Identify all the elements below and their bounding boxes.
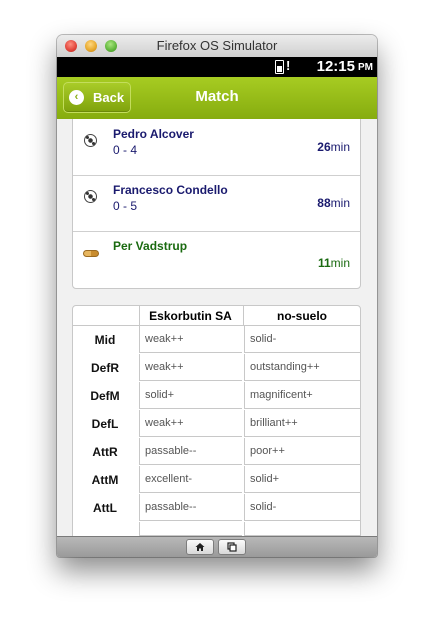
event-row: Francesco Condello 0 - 5 88min — [73, 176, 360, 232]
header-divider — [139, 306, 140, 326]
table-header: Eskorbutin SA no-suelo — [73, 306, 360, 326]
home-rating: solid+ — [139, 382, 242, 409]
table-row: AttL passable-- solid- — [73, 494, 360, 522]
event-minute: 26min — [317, 140, 350, 154]
away-rating: outstanding++ — [244, 354, 360, 381]
app-header: ‹ Back Match — [57, 77, 377, 119]
event-score: 0 - 5 — [113, 199, 138, 213]
away-rating: solid+ — [244, 466, 360, 493]
simulator-window: Firefox OS Simulator ! 12:15 PM ‹ Back M… — [57, 35, 377, 557]
row-label: AttM — [91, 473, 119, 487]
table-row: Mid weak++ solid- — [73, 326, 360, 354]
status-ampm: PM — [358, 62, 373, 73]
page-title: Match — [195, 88, 239, 105]
table-row: AttR passable-- poor++ — [73, 438, 360, 466]
simulator-toolbar — [57, 536, 377, 557]
header-divider — [243, 306, 244, 326]
status-clock: 12:15 — [316, 58, 355, 75]
away-rating: solid- — [244, 326, 360, 353]
away-rating: solid- — [244, 494, 360, 521]
substitution-icon — [83, 250, 99, 257]
match-events-card: Pedro Alcover 0 - 4 26min Francesco Cond… — [72, 119, 361, 289]
row-label: DefR — [90, 361, 119, 375]
row-label: AttL — [93, 501, 117, 515]
event-row: Pedro Alcover 0 - 4 26min — [73, 120, 360, 176]
table-row — [73, 522, 360, 537]
home-rating: passable-- — [139, 494, 242, 521]
away-rating: magnificent+ — [244, 382, 360, 409]
row-label: DefL — [91, 417, 119, 431]
event-player: Pedro Alcover — [113, 127, 194, 141]
soccer-ball-icon — [84, 134, 97, 147]
home-rating: weak++ — [139, 354, 242, 381]
home-rating: weak++ — [139, 410, 242, 437]
away-rating: brilliant++ — [244, 410, 360, 437]
window-title: Firefox OS Simulator — [156, 38, 278, 53]
battery-alert: ! — [286, 58, 291, 73]
table-row: DefR weak++ outstanding++ — [73, 354, 360, 382]
windows-icon — [227, 542, 237, 552]
table-row: AttM excellent- solid+ — [73, 466, 360, 494]
event-row: Per Vadstrup 11min — [73, 232, 360, 287]
event-minute: 11min — [317, 256, 350, 270]
event-player: Per Vadstrup — [113, 239, 188, 253]
home-rating: passable-- — [139, 438, 242, 465]
home-button[interactable] — [186, 539, 214, 555]
row-label: AttR — [92, 445, 118, 459]
home-rating: excellent- — [139, 466, 242, 493]
away-rating: poor++ — [244, 438, 360, 465]
main-content[interactable]: Pedro Alcover 0 - 4 26min Francesco Cond… — [57, 119, 377, 537]
table-row: DefL weak++ brilliant++ — [73, 410, 360, 438]
windows-button[interactable] — [218, 539, 246, 555]
table-row: DefM solid+ magnificent+ — [73, 382, 360, 410]
row-label: DefM — [90, 389, 120, 403]
home-icon — [195, 543, 205, 551]
home-team-header: Eskorbutin SA — [149, 309, 232, 323]
home-rating: weak++ — [139, 326, 242, 353]
team-ratings-table: Eskorbutin SA no-suelo Mid weak++ solid-… — [72, 305, 361, 537]
battery-icon — [275, 60, 284, 74]
event-minute: 88min — [317, 196, 350, 210]
soccer-ball-icon — [84, 190, 97, 203]
empty-cell — [244, 522, 360, 536]
title-bar: Firefox OS Simulator — [57, 35, 377, 58]
event-score: 0 - 4 — [113, 143, 138, 157]
empty-cell — [139, 522, 242, 536]
row-label: Mid — [94, 333, 116, 347]
event-player: Francesco Condello — [113, 183, 228, 197]
status-bar: ! 12:15 PM — [57, 57, 377, 77]
away-team-header: no-suelo — [277, 309, 327, 323]
